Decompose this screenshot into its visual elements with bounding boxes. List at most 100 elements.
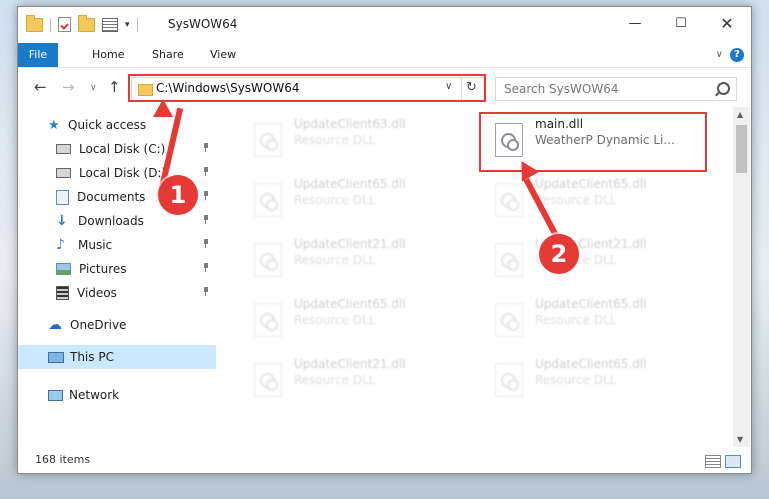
step-1-badge: 1 [158, 175, 198, 215]
minimize-button[interactable]: — [612, 7, 658, 39]
file-item[interactable]: UpdateClient65.dll Resource DLL [483, 297, 703, 347]
pin-icon[interactable] [202, 263, 210, 272]
file-item[interactable]: UpdateClient65.dll Resource DLL [242, 177, 462, 227]
cloud-icon: ☁ [48, 317, 62, 333]
sidebar-item-videos[interactable]: Videos [18, 281, 216, 305]
file-name: UpdateClient65.dll [535, 357, 647, 371]
dll-file-icon [254, 123, 282, 157]
star-icon: ★ [48, 117, 60, 133]
sidebar-item-label: Quick access [68, 118, 147, 132]
monitor-icon [48, 351, 64, 363]
scrollbar-thumb[interactable] [736, 125, 747, 173]
videos-icon [56, 286, 69, 300]
tab-view[interactable]: View [198, 43, 248, 67]
properties-icon[interactable] [58, 17, 71, 32]
sidebar-item-label: Documents [77, 190, 146, 204]
scroll-down-icon[interactable]: ▼ [737, 435, 743, 444]
sidebar-item-onedrive[interactable]: ☁ OneDrive [18, 313, 216, 337]
toolbar-divider [136, 17, 138, 32]
pin-icon[interactable] [202, 143, 210, 152]
sidebar-item-label: OneDrive [70, 318, 127, 332]
close-button[interactable]: ✕ [704, 7, 750, 39]
file-item[interactable]: UpdateClient65.dll Resource DLL [483, 177, 703, 227]
file-name: UpdateClient65.dll [294, 177, 406, 191]
search-placeholder[interactable]: Search SysWOW64 [504, 82, 618, 96]
view-icon[interactable] [102, 17, 118, 32]
file-name: UpdateClient65.dll [535, 297, 647, 311]
status-bar: 168 items [18, 448, 751, 472]
sidebar-item-local-disk-c[interactable]: Local Disk (C:) [18, 137, 216, 161]
dll-file-icon [254, 303, 282, 337]
music-icon: ♪ [56, 237, 65, 253]
item-count: 168 items [35, 453, 91, 466]
toolbar-divider [50, 17, 51, 32]
recent-locations-icon[interactable]: ∨ [90, 80, 97, 96]
file-item[interactable]: UpdateClient63.dll Resource DLL [242, 117, 462, 167]
file-name: UpdateClient65.dll [294, 297, 406, 311]
network-icon [48, 389, 63, 401]
file-item[interactable]: UpdateClient21.dll Resource DLL [483, 237, 703, 287]
dll-file-icon [495, 363, 523, 397]
folder-icon[interactable] [26, 14, 43, 32]
navigation-pane: ★ Quick access Local Disk (C:) Local Dis… [18, 107, 216, 447]
dll-file-icon [495, 183, 523, 217]
pin-icon[interactable] [202, 239, 210, 248]
sidebar-item-pictures[interactable]: Pictures [18, 257, 216, 281]
customize-dropdown-icon[interactable]: ▾ [125, 20, 130, 30]
download-icon: ↓ [56, 213, 68, 229]
file-item[interactable]: UpdateClient21.dll Resource DLL [242, 357, 462, 407]
expand-ribbon-icon[interactable]: ∨ [716, 49, 723, 60]
main-dll-highlight [479, 112, 707, 172]
quick-access-toolbar: ▾ [26, 14, 138, 32]
step-2-badge: 2 [539, 234, 579, 274]
search-box[interactable]: Search SysWOW64 [495, 77, 737, 101]
sidebar-item-music[interactable]: ♪ Music [18, 233, 216, 257]
up-arrow-icon[interactable]: ↑ [108, 79, 121, 95]
file-name: UpdateClient21.dll [294, 237, 406, 251]
file-item[interactable]: UpdateClient21.dll Resource DLL [242, 237, 462, 287]
help-icon[interactable]: ? [730, 48, 744, 62]
search-icon[interactable] [717, 82, 730, 95]
title-bar: ▾ SysWOW64 — ☐ ✕ [18, 7, 751, 43]
address-bar-highlight [128, 74, 486, 102]
tab-file[interactable]: File [18, 43, 58, 67]
window-title: SysWOW64 [168, 17, 238, 31]
tiles-view-icon[interactable] [725, 455, 741, 468]
sidebar-item-label: Local Disk (C:) [79, 142, 166, 156]
sidebar-item-label: Videos [77, 286, 117, 300]
pin-icon[interactable] [202, 191, 210, 200]
file-item[interactable]: UpdateClient65.dll Resource DLL [483, 357, 703, 407]
pin-icon[interactable] [202, 167, 210, 176]
maximize-button[interactable]: ☐ [658, 7, 704, 39]
file-description: Resource DLL [535, 193, 617, 207]
file-description: Resource DLL [294, 193, 376, 207]
tab-share[interactable]: Share [140, 43, 196, 67]
pin-icon[interactable] [202, 287, 210, 296]
forward-arrow-icon[interactable]: → [62, 79, 75, 95]
file-description: Resource DLL [294, 253, 376, 267]
file-name: UpdateClient65.dll [535, 177, 647, 191]
tab-home[interactable]: Home [80, 43, 136, 67]
drive-icon [56, 168, 71, 178]
sidebar-item-this-pc[interactable]: This PC [18, 345, 216, 369]
pictures-icon [56, 263, 71, 275]
documents-icon [56, 189, 69, 205]
sidebar-item-network[interactable]: Network [18, 383, 216, 407]
drive-icon [56, 144, 71, 154]
details-view-icon[interactable] [705, 455, 721, 468]
new-folder-icon[interactable] [78, 14, 95, 32]
pin-icon[interactable] [202, 215, 210, 224]
vertical-scrollbar[interactable]: ▲ ▼ [733, 107, 750, 447]
file-item[interactable]: UpdateClient65.dll Resource DLL [242, 297, 462, 347]
sidebar-item-label: Network [69, 388, 120, 402]
sidebar-item-quick-access[interactable]: ★ Quick access [18, 113, 216, 137]
scroll-up-icon[interactable]: ▲ [737, 110, 743, 119]
file-description: Resource DLL [535, 373, 617, 387]
back-arrow-icon[interactable]: ← [34, 79, 47, 95]
dll-file-icon [495, 243, 523, 277]
explorer-window: ▾ SysWOW64 — ☐ ✕ File Home Share View ∨ … [17, 6, 752, 474]
sidebar-item-label: Music [78, 238, 113, 252]
ribbon-tabs: File Home Share View ∨ ? [18, 43, 751, 68]
file-description: Resource DLL [294, 313, 376, 327]
sidebar-item-label: Pictures [79, 262, 127, 276]
